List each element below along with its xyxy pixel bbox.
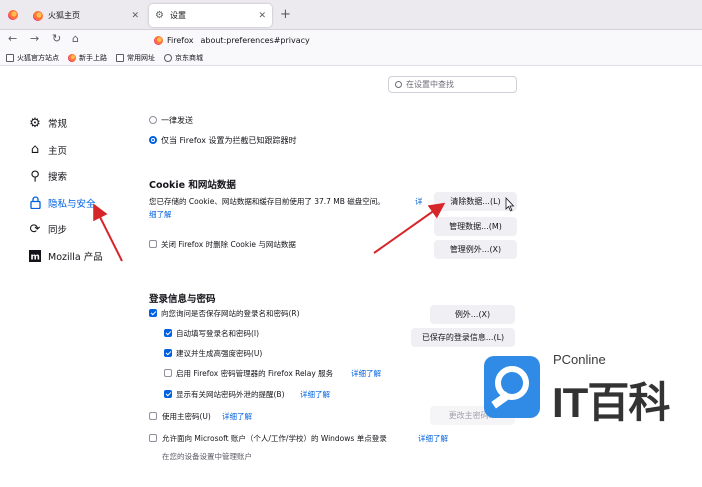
pconline-logo-icon — [484, 356, 540, 418]
watermark-name: IT百科 — [552, 379, 670, 426]
watermark-brand: PConline — [553, 352, 606, 367]
annotation-arrow-privacy — [93, 203, 123, 262]
annotation-arrow-clear-data — [373, 202, 446, 254]
mouse-cursor-icon — [505, 196, 515, 212]
